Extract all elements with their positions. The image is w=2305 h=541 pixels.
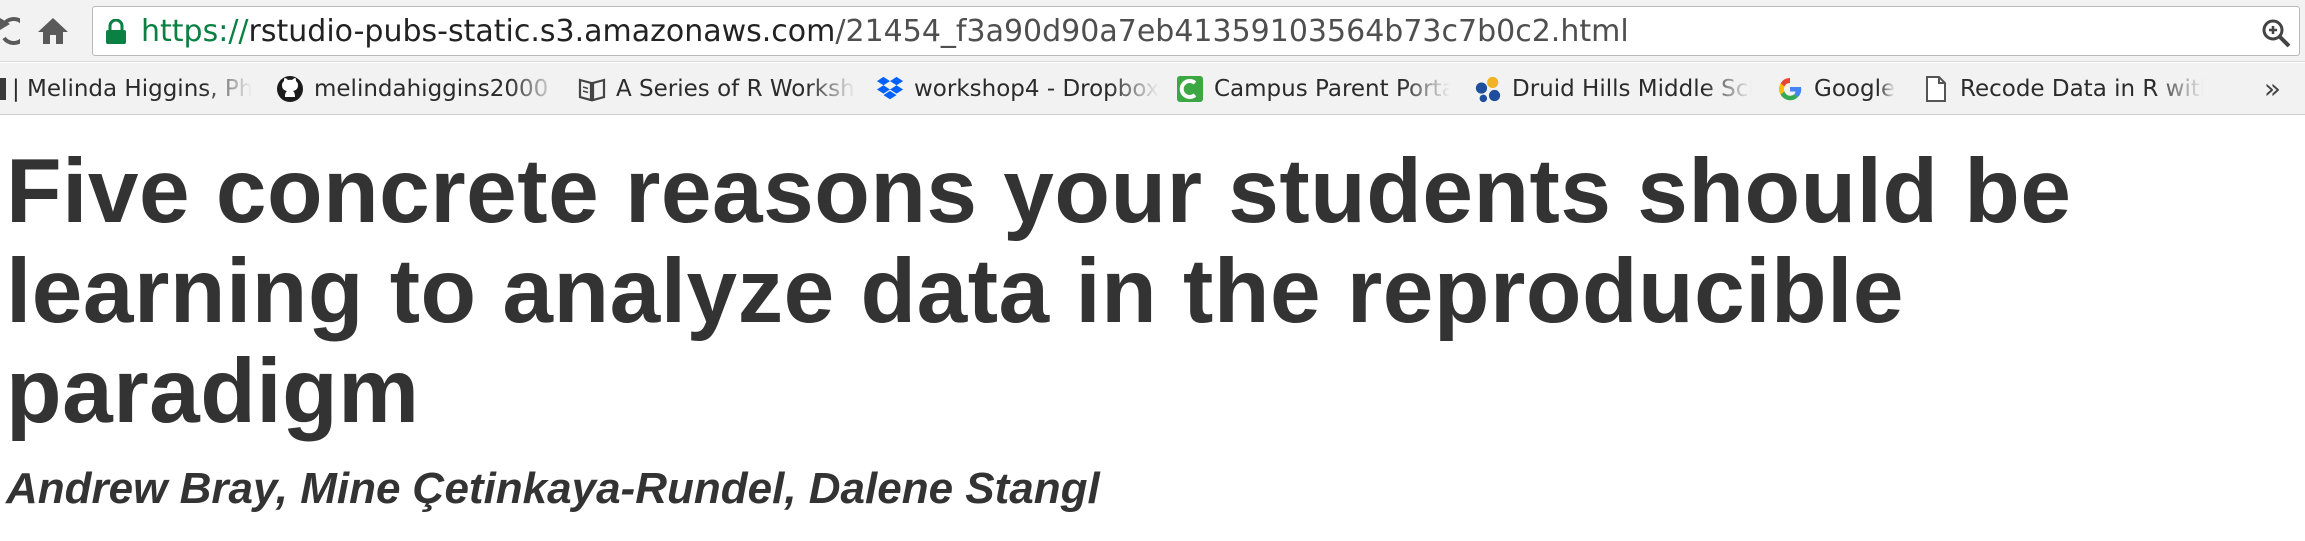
bookmark-label: Recode Data in R with (1960, 76, 2204, 102)
bookmark-favicon-icon (0, 75, 6, 103)
lock-icon[interactable] (105, 18, 127, 45)
bookmark-dropbox[interactable]: workshop4 - Dropbox (876, 70, 1176, 108)
url-host: rstudio-pubs-static.s3.amazonaws.com (248, 14, 836, 49)
book-icon (578, 75, 606, 103)
page-icon (1922, 75, 1950, 103)
bookmark-campus-parent-portal[interactable]: Campus Parent Portal (1176, 70, 1450, 108)
bookmark-label: workshop4 - Dropbox (914, 76, 1160, 102)
bookmark-recode-data[interactable]: Recode Data in R with (1922, 70, 2204, 108)
bookmark-melinda-higgins[interactable]: | Melinda Higgins, Ph.D. (0, 70, 252, 108)
bookmark-google[interactable]: Google (1776, 70, 1906, 108)
google-icon (1776, 75, 1804, 103)
home-icon[interactable] (36, 16, 70, 46)
address-bar[interactable]: https://rstudio-pubs-static.s3.amazonaws… (92, 6, 2300, 56)
bookmark-label: A Series of R Workshops (616, 76, 856, 102)
github-icon (276, 75, 304, 103)
bookmark-label: Campus Parent Portal (1214, 76, 1450, 102)
bookmark-label: Google (1814, 76, 1896, 102)
bookmarks-bar: | Melinda Higgins, Ph.D. melindahiggins2… (0, 63, 2305, 115)
page-authors: Andrew Bray, Mine Çetinkaya-Rundel, Dale… (6, 464, 1100, 513)
bookmark-r-workshops[interactable]: A Series of R Workshops (578, 70, 856, 108)
url-path: /21454_f3a90d90a7eb41359103564b73c7b0c2.… (835, 14, 1629, 49)
bookmark-label: Druid Hills Middle School (1512, 76, 1752, 102)
bookmark-label: melindahiggins2000 (Me (314, 76, 558, 102)
chevron-double-right-icon[interactable]: » (2264, 73, 2281, 105)
reload-icon[interactable] (0, 14, 20, 48)
bookmark-druid-hills[interactable]: Druid Hills Middle School (1474, 70, 1752, 108)
url-text[interactable]: https://rstudio-pubs-static.s3.amazonaws… (141, 14, 1629, 50)
page-title: Five concrete reasons your students shou… (6, 141, 2072, 442)
dropbox-icon (876, 75, 904, 103)
bookmark-github[interactable]: melindahiggins2000 (Me (276, 70, 558, 108)
school-icon (1474, 75, 1502, 103)
url-scheme: https:// (141, 14, 249, 49)
campus-c-icon (1176, 75, 1204, 103)
zoom-icon[interactable] (2261, 18, 2291, 48)
browser-toolbar: https://rstudio-pubs-static.s3.amazonaws… (0, 0, 2305, 62)
bookmark-label: | Melinda Higgins, Ph.D. (12, 76, 252, 102)
